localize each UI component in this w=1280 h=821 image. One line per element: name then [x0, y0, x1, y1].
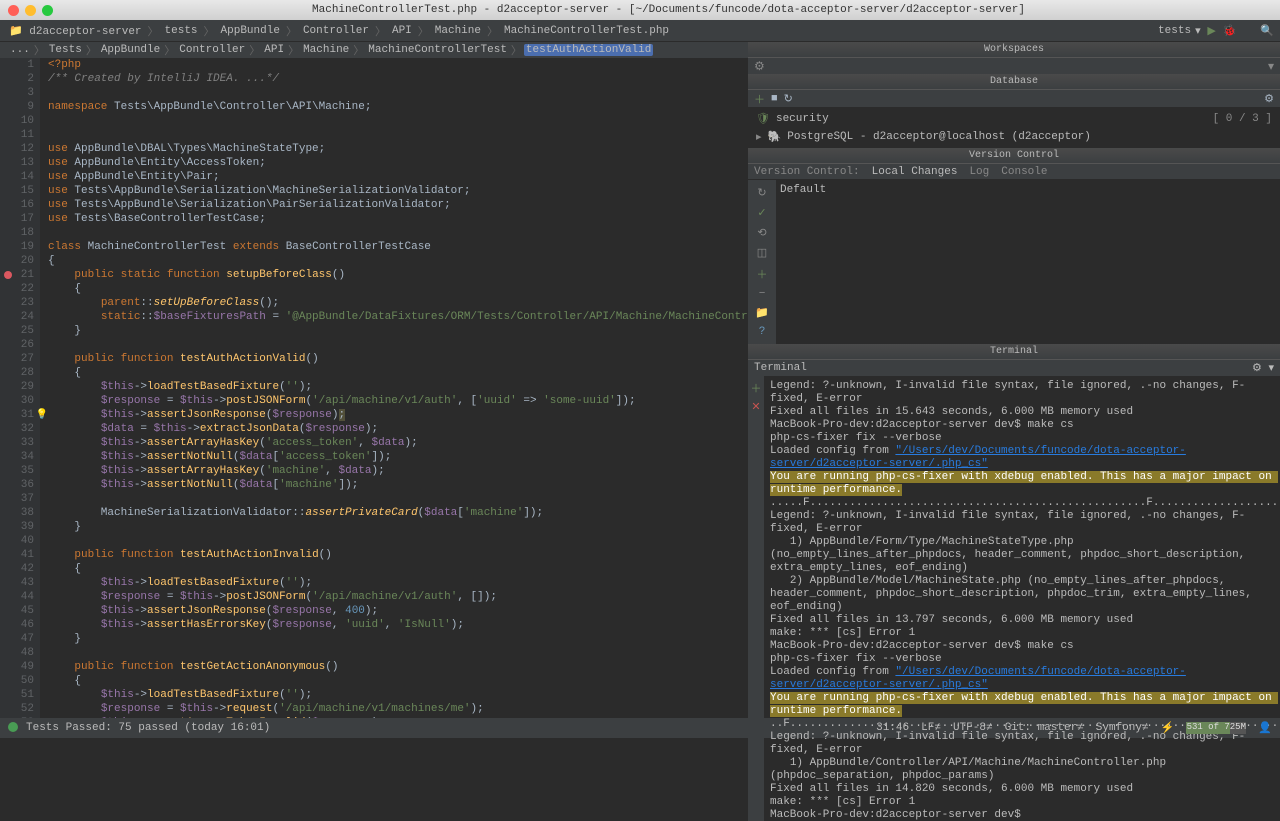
help-icon[interactable]: ?	[759, 326, 766, 338]
database-icon: 🐘	[768, 130, 782, 144]
line-separator[interactable]: LF≠	[921, 722, 941, 734]
cursor-position[interactable]: 31:46	[876, 722, 909, 734]
minimize-window-icon[interactable]	[25, 5, 36, 16]
stop-icon[interactable]: ■	[771, 93, 778, 105]
memory-indicator[interactable]: 531 of 725M	[1186, 722, 1246, 734]
hector-icon[interactable]: 👤	[1258, 721, 1272, 735]
terminal-tab[interactable]: Terminal	[754, 362, 807, 374]
git-branch[interactable]: Git: master≠	[1005, 722, 1084, 734]
settings-icon[interactable]: ⚙ ▾	[1252, 361, 1274, 375]
gutter[interactable]: 1239101112131415161718192021222324252627…	[0, 58, 40, 718]
breadcrumb[interactable]: 📁 d2acceptor-server〉tests〉AppBundle〉Cont…	[6, 23, 672, 39]
vc-header: Version Control	[748, 148, 1280, 164]
db-connection-label: PostgreSQL - d2acceptor@localhost (d2acc…	[787, 131, 1091, 143]
security-label: security	[776, 113, 829, 125]
diff-icon[interactable]: ◫	[757, 246, 767, 260]
workspaces-header: Workspaces	[748, 42, 1280, 58]
security-count: [ 0 / 3 ]	[1213, 113, 1272, 125]
commit-icon[interactable]: ✓	[757, 206, 766, 220]
vc-tab[interactable]: Version Control:	[754, 166, 860, 178]
terminal-output[interactable]: Legend: ?-unknown, I-invalid file syntax…	[764, 376, 1280, 821]
close-terminal-icon[interactable]: ✕	[751, 400, 760, 414]
vc-tabs[interactable]: Version Control: Local Changes Log Console	[748, 164, 1280, 180]
refresh-icon[interactable]: ↻	[757, 186, 766, 200]
add-icon[interactable]: ＋	[754, 91, 765, 107]
settings-icon[interactable]: ⚙	[1264, 92, 1274, 106]
db-connection-row[interactable]: ▸ 🐘 PostgreSQL - d2acceptor@localhost (d…	[754, 128, 1274, 146]
revert-icon[interactable]: ⟲	[757, 226, 766, 240]
refresh-icon[interactable]: ↻	[784, 92, 793, 106]
run-icon[interactable]: ▶	[1205, 24, 1219, 38]
shield-icon: 🛡	[756, 112, 770, 126]
database-toolbar: ＋ ■ ↻ ⚙	[748, 90, 1280, 108]
terminal-header: Terminal	[748, 344, 1280, 360]
code-editor[interactable]: <?php/** Created by IntelliJ IDEA. ...*/…	[40, 58, 748, 718]
search-icon[interactable]: 🔍	[1260, 24, 1274, 38]
vc-toolbar: ↻ ✓ ⟲ ◫ ＋ − 📁 ?	[748, 180, 776, 344]
settings-icon[interactable]: ⚙	[754, 59, 765, 74]
editor-breadcrumb[interactable]: ...〉Tests〉AppBundle〉Controller〉API〉Machi…	[0, 42, 748, 58]
security-row[interactable]: 🛡 security [ 0 / 3 ]	[754, 110, 1274, 128]
vc-tab[interactable]: Local Changes	[872, 166, 958, 178]
add-terminal-icon[interactable]: ＋	[751, 380, 762, 396]
tests-status-icon	[8, 722, 18, 732]
vc-tab[interactable]: Log	[969, 166, 989, 178]
shelve-icon[interactable]: 📁	[755, 306, 769, 320]
main-toolbar: 📁 d2acceptor-server〉tests〉AppBundle〉Cont…	[0, 20, 1280, 42]
add-icon[interactable]: ＋	[757, 266, 768, 282]
tests-status[interactable]: Tests Passed: 75 passed (today 16:01)	[26, 722, 270, 734]
close-window-icon[interactable]	[8, 5, 19, 16]
vc-default-changelist[interactable]: Default	[780, 184, 1276, 196]
event-log-icon[interactable]: ⚡	[1161, 721, 1175, 735]
window-title-bar: MachineControllerTest.php - d2acceptor-s…	[0, 0, 1280, 20]
symfony-status[interactable]: Symfony≠	[1096, 722, 1149, 734]
run-config-select[interactable]: tests	[1158, 25, 1191, 37]
database-header: Database	[748, 74, 1280, 90]
debug-icon[interactable]: 🐞	[1223, 24, 1237, 38]
encoding[interactable]: UTF-8≠	[953, 722, 993, 734]
window-title: MachineControllerTest.php - d2acceptor-s…	[65, 4, 1272, 16]
remove-icon[interactable]: −	[759, 288, 766, 300]
run-controls: tests ▾ ▶ 🐞 🔍	[1158, 24, 1274, 38]
zoom-window-icon[interactable]	[42, 5, 53, 16]
vc-tab[interactable]: Console	[1001, 166, 1047, 178]
